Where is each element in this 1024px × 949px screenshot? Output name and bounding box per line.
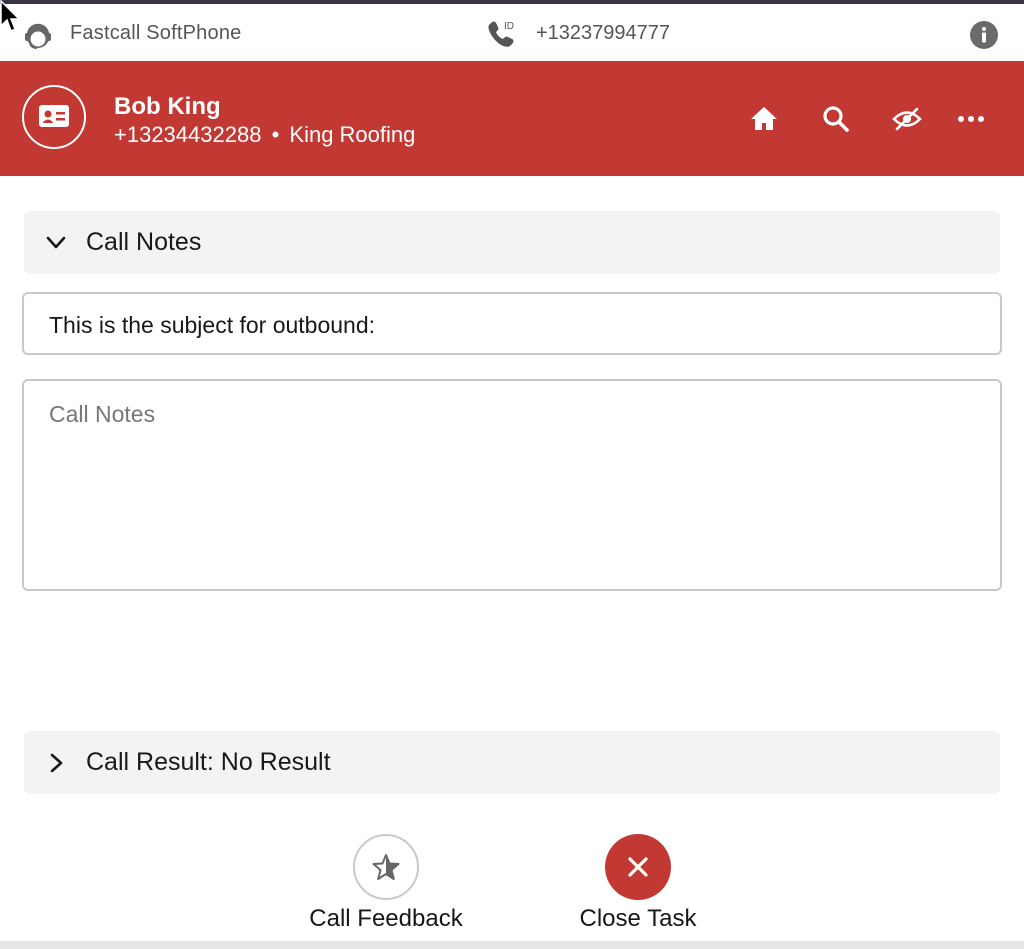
call-notes-placeholder: Call Notes <box>49 401 156 427</box>
caller-id-number: +13237994777 <box>536 22 671 44</box>
call-feedback-circle[interactable] <box>353 834 419 900</box>
call-feedback-button[interactable]: Call Feedback <box>296 834 476 933</box>
call-notes-textarea[interactable]: Call Notes <box>22 379 1002 591</box>
app-title: Fastcall SoftPhone <box>70 22 242 44</box>
contact-phone[interactable]: +13234432288 <box>114 122 261 147</box>
contact-card-icon <box>39 105 69 127</box>
subject-input-value: This is the subject for outbound: <box>49 312 376 338</box>
close-task-circle[interactable] <box>605 834 671 900</box>
star-icon <box>372 854 400 880</box>
caller-id-badge: ID <box>504 21 514 32</box>
more-icon[interactable] <box>955 103 987 135</box>
hide-icon[interactable] <box>891 103 923 135</box>
caller-id-phone-icon: ID <box>486 18 520 52</box>
close-icon <box>628 857 648 877</box>
contact-company[interactable]: King Roofing <box>289 122 415 147</box>
softphone-agent-icon <box>22 20 54 52</box>
utility-bar: Fastcall SoftPhone ID +13237994777 <box>0 4 1024 61</box>
contact-header: Bob King +13234432288 • King Roofing <box>0 61 1024 176</box>
call-notes-section-toggle[interactable]: Call Notes <box>24 211 1000 274</box>
call-notes-section-title: Call Notes <box>86 228 202 256</box>
home-icon[interactable] <box>748 103 780 135</box>
contact-card-avatar[interactable] <box>22 85 86 149</box>
call-result-section-toggle[interactable]: Call Result: No Result <box>24 731 1000 794</box>
chevron-down-icon <box>44 232 68 254</box>
contact-details: +13234432288 • King Roofing <box>114 122 415 148</box>
call-result-section-title: Call Result: No Result <box>86 748 331 776</box>
contact-name[interactable]: Bob King <box>114 93 221 121</box>
chevron-right-icon <box>44 752 68 774</box>
mouse-cursor-icon <box>0 0 22 34</box>
info-icon[interactable] <box>970 21 998 49</box>
close-task-button[interactable]: Close Task <box>548 834 728 933</box>
window-bottom-edge <box>0 941 1024 949</box>
contact-separator: • <box>271 122 280 147</box>
close-task-label: Close Task <box>579 905 697 932</box>
subject-input[interactable]: This is the subject for outbound: <box>22 292 1002 355</box>
call-feedback-label: Call Feedback <box>309 905 463 932</box>
search-icon[interactable] <box>820 103 852 135</box>
